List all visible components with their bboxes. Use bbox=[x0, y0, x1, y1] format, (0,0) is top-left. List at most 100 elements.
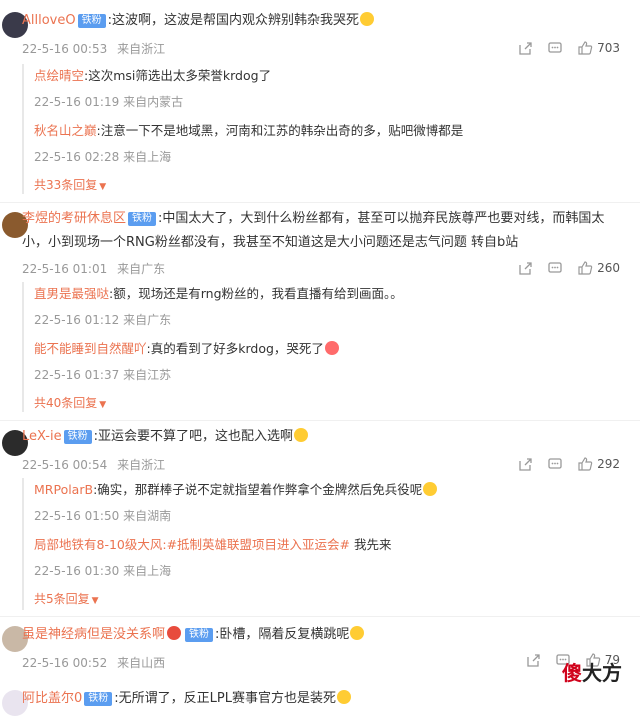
comment-line: AllloveO 铁粉:这波啊，这波是帮国内观众辨别韩杂我哭死 bbox=[22, 12, 374, 30]
reply-location: 来自广东 bbox=[123, 313, 172, 327]
more-replies-label: 共40条回复 bbox=[34, 396, 98, 410]
comment-text: :中国太大了，大到什么粉丝都有，甚至可以抛弃民族尊严也要对线，而韩国太 bbox=[158, 211, 605, 226]
reply-username[interactable]: 秋名山之巅 bbox=[34, 123, 97, 138]
more-replies-link[interactable]: 共5条回复 ▼ bbox=[34, 590, 99, 607]
comment-meta: 22-5-16 00:54 来自浙江 bbox=[22, 456, 165, 473]
more-replies-link[interactable]: 共40条回复 ▼ bbox=[34, 394, 106, 411]
comment-line: 阿比盖尔0 铁粉:无所谓了，反正LPL赛事官方也是装死 bbox=[22, 690, 351, 708]
username[interactable]: 李煜的考研休息区 bbox=[22, 211, 126, 226]
fan-badge: 铁粉 bbox=[185, 628, 214, 642]
comment-meta: 22-5-16 00:52 来自山西 bbox=[22, 654, 165, 671]
more-replies-label: 共5条回复 bbox=[34, 592, 90, 606]
comment-actions: 260 bbox=[517, 260, 620, 276]
timestamp: 22-5-16 00:54 bbox=[22, 458, 108, 472]
chevron-down-icon: ▼ bbox=[99, 182, 107, 192]
location: 来自广东 bbox=[117, 262, 166, 276]
reply-text: :注意一下不是地域黑，河南和江苏的韩杂出奇的多，贴吧微博都是 bbox=[96, 123, 464, 138]
divider bbox=[0, 202, 640, 203]
reply-username[interactable]: MRPolarB bbox=[34, 482, 93, 497]
username[interactable]: LeX-ie bbox=[22, 429, 62, 444]
watermark-part-2: 大方 bbox=[582, 661, 622, 685]
reply-box: 直男是最强哒:额，现场还是有rng粉丝的，我看直播有给到画面。。 22-5-16… bbox=[22, 282, 622, 412]
username[interactable]: AllloveO bbox=[22, 13, 76, 28]
like-count: 292 bbox=[597, 457, 620, 471]
reply-text: :额，现场还是有rng粉丝的，我看直播有给到画面。。 bbox=[109, 286, 403, 301]
reply-username[interactable]: 直男是最强哒 bbox=[34, 286, 109, 301]
surprised-emoji-icon bbox=[293, 428, 308, 442]
chevron-down-icon: ▼ bbox=[91, 596, 99, 606]
reply-time: 22-5-16 02:28 bbox=[34, 150, 120, 164]
reply-item: MRPolarB:确实，那群棒子说不定就指望着作弊拿个金牌然后免兵役呢 22-5… bbox=[34, 481, 438, 524]
username[interactable]: 虽是神经病但是没关系啊 bbox=[22, 627, 165, 642]
fan-badge: 铁粉 bbox=[77, 14, 106, 28]
share-icon[interactable] bbox=[517, 260, 533, 276]
reply-time: 22-5-16 01:50 bbox=[34, 509, 120, 523]
comment-icon[interactable] bbox=[547, 260, 563, 276]
divider bbox=[0, 616, 640, 617]
timestamp: 22-5-16 01:01 bbox=[22, 262, 108, 276]
fan-badge: 铁粉 bbox=[128, 212, 157, 226]
timestamp: 22-5-16 00:53 bbox=[22, 42, 108, 56]
reply-item: 点绘晴空:这次msi筛选出太多荣誉krdog了 22-5-16 01:19 来自… bbox=[34, 67, 271, 110]
reply-username[interactable]: 局部地铁有8-10级大风 bbox=[34, 537, 162, 552]
reply-location: 来自湖南 bbox=[123, 509, 172, 523]
smirk-emoji-icon bbox=[423, 482, 438, 496]
reply-location: 来自上海 bbox=[123, 150, 172, 164]
comment-meta: 22-5-16 01:01 来自广东 bbox=[22, 260, 165, 277]
reply-item: 局部地铁有8-10级大风:#抵制英雄联盟项目进入亚运会# 我先来 22-5-16… bbox=[34, 536, 392, 579]
reply-username[interactable]: 点绘晴空 bbox=[34, 68, 84, 83]
comment-meta: 22-5-16 00:53 来自浙江 bbox=[22, 40, 165, 57]
hashtag-link[interactable]: :#抵制英雄联盟项目进入亚运会# bbox=[162, 537, 350, 552]
thumbs-up-icon bbox=[578, 457, 593, 471]
share-icon[interactable] bbox=[525, 652, 541, 668]
crying-emoji-icon bbox=[360, 12, 374, 26]
comment-text: :无所谓了，反正LPL赛事官方也是装死 bbox=[114, 691, 336, 706]
watermark: 傻大方 bbox=[562, 657, 622, 686]
like-count: 703 bbox=[597, 41, 620, 55]
comment-text-continued: 小，小到现场一个RNG粉丝都没有，我甚至不知道这是大小问题还是志气问题 转自b站 bbox=[22, 235, 519, 250]
reply-item: 能不能睡到自然醒吖:真的看到了好多krdog，哭死了 22-5-16 01:37… bbox=[34, 340, 339, 383]
reply-text: :真的看到了好多krdog，哭死了 bbox=[146, 341, 324, 356]
thumbs-up-icon bbox=[578, 261, 593, 275]
comment-line: LeX-ie 铁粉:亚运会要不算了吧，这也配入选啊 bbox=[22, 428, 308, 446]
comment-text: :卧槽，隔着反复横跳呢 bbox=[215, 627, 350, 642]
username[interactable]: 阿比盖尔0 bbox=[22, 691, 82, 706]
reply-time: 22-5-16 01:30 bbox=[34, 564, 120, 578]
location: 来自浙江 bbox=[117, 458, 166, 472]
comment-text: :亚运会要不算了吧，这也配入选啊 bbox=[93, 429, 293, 444]
reply-time: 22-5-16 01:37 bbox=[34, 368, 120, 382]
comment-icon[interactable] bbox=[547, 456, 563, 472]
location: 来自浙江 bbox=[117, 42, 166, 56]
like-count: 260 bbox=[597, 261, 620, 275]
reply-username[interactable]: 能不能睡到自然醒吖 bbox=[34, 341, 147, 356]
location: 来自山西 bbox=[117, 656, 166, 670]
share-icon[interactable] bbox=[517, 40, 533, 56]
reply-item: 直男是最强哒:额，现场还是有rng粉丝的，我看直播有给到画面。。 22-5-16… bbox=[34, 285, 403, 328]
comment-icon[interactable] bbox=[547, 40, 563, 56]
more-replies-link[interactable]: 共33条回复 ▼ bbox=[34, 176, 106, 193]
comment-actions: 703 bbox=[517, 40, 620, 56]
like-button[interactable]: 260 bbox=[577, 260, 620, 276]
reply-location: 来自上海 bbox=[123, 564, 172, 578]
reply-text: :确实，那群棒子说不定就指望着作弊拿个金牌然后免兵役呢 bbox=[93, 482, 423, 497]
reply-time: 22-5-16 01:19 bbox=[34, 95, 120, 109]
crown-badge-icon bbox=[167, 626, 182, 640]
reply-location: 来自江苏 bbox=[123, 368, 172, 382]
fan-badge: 铁粉 bbox=[84, 692, 113, 706]
comment-actions: 292 bbox=[517, 456, 620, 472]
comment-text: :这波啊，这波是帮国内观众辨别韩杂我哭死 bbox=[107, 13, 359, 28]
comment-line: 虽是神经病但是没关系啊 铁粉:卧槽，隔着反复横跳呢 bbox=[22, 626, 365, 644]
reply-text: :这次msi筛选出太多荣誉krdog了 bbox=[84, 68, 272, 83]
fan-badge: 铁粉 bbox=[63, 430, 92, 444]
like-button[interactable]: 703 bbox=[577, 40, 620, 56]
like-button[interactable]: 292 bbox=[577, 456, 620, 472]
dizzy-emoji-icon bbox=[337, 690, 351, 704]
more-replies-label: 共33条回复 bbox=[34, 178, 98, 192]
timestamp: 22-5-16 00:52 bbox=[22, 656, 108, 670]
thumbs-up-icon bbox=[578, 41, 593, 55]
comment-line-2: 小，小到现场一个RNG粉丝都没有，我甚至不知道这是大小问题还是志气问题 转自b站 bbox=[22, 234, 518, 252]
chevron-down-icon: ▼ bbox=[99, 400, 107, 410]
share-icon[interactable] bbox=[517, 456, 533, 472]
comment-line: 李煜的考研休息区 铁粉:中国太大了，大到什么粉丝都有，甚至可以抛弃民族尊严也要对线… bbox=[22, 210, 604, 228]
reply-box: 点绘晴空:这次msi筛选出太多荣誉krdog了 22-5-16 01:19 来自… bbox=[22, 64, 622, 194]
